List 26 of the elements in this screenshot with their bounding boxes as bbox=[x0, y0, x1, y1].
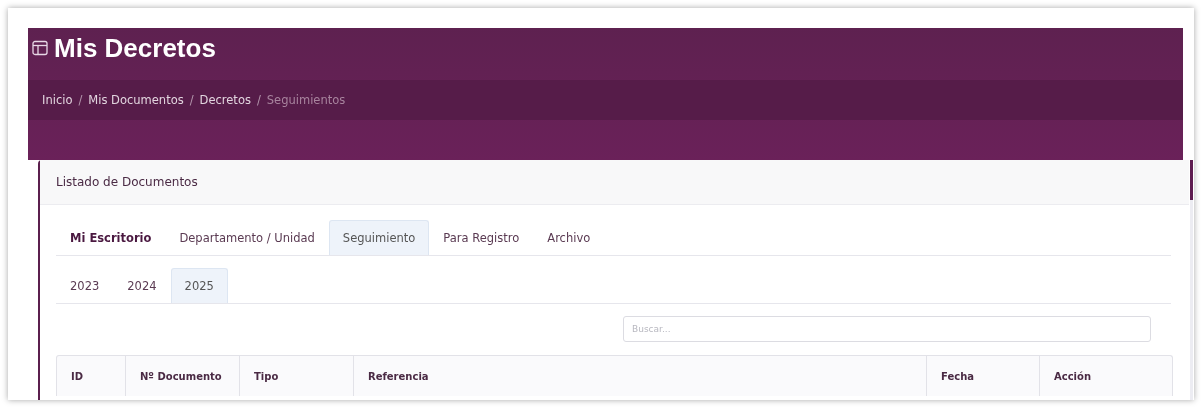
breadcrumb-link[interactable]: Mis Documentos bbox=[88, 93, 184, 107]
breadcrumb-separator: / bbox=[189, 93, 194, 107]
layout-icon bbox=[32, 40, 48, 56]
tab[interactable]: Departamento / Unidad bbox=[165, 220, 329, 255]
column-header: Nº Documento bbox=[125, 356, 239, 396]
breadcrumb-separator: / bbox=[78, 93, 83, 107]
column-header: ID bbox=[70, 369, 85, 384]
column-header: Fecha bbox=[926, 356, 1039, 396]
search-field[interactable]: Buscar... bbox=[623, 316, 1151, 342]
tab[interactable]: Mi Escritorio bbox=[56, 220, 166, 255]
year-tab[interactable]: 2025 bbox=[170, 268, 228, 303]
breadcrumb-link[interactable]: Decretos bbox=[199, 93, 251, 107]
breadcrumb-separator: / bbox=[256, 93, 261, 107]
breadcrumb-link[interactable]: Inicio bbox=[42, 93, 73, 107]
tab[interactable]: Para Registro bbox=[429, 220, 534, 255]
tab[interactable]: Seguimiento bbox=[328, 220, 430, 255]
breadcrumb-link[interactable]: Seguimientos bbox=[266, 93, 346, 107]
column-header: Tipo bbox=[239, 356, 353, 396]
scrollbar[interactable] bbox=[1190, 160, 1193, 400]
column-header: Referencia bbox=[353, 356, 926, 396]
page-title: Mis Decretos bbox=[54, 32, 216, 64]
tab[interactable]: Archivo bbox=[533, 220, 605, 255]
year-tab[interactable]: 2023 bbox=[56, 268, 114, 303]
year-tab[interactable]: 2024 bbox=[113, 268, 171, 303]
card-title: Listado de Documentos bbox=[56, 175, 198, 189]
column-header: Acción bbox=[1039, 356, 1172, 396]
